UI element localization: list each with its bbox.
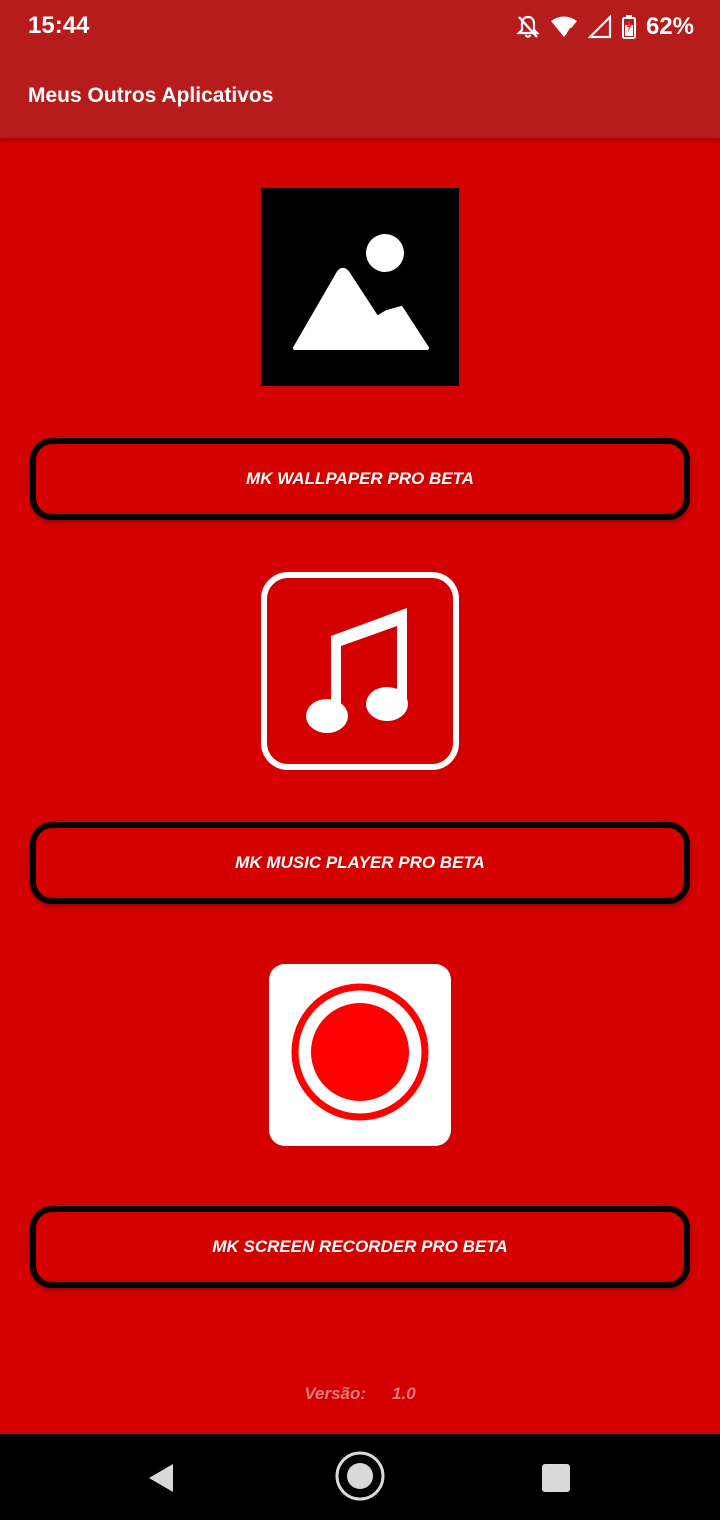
back-icon[interactable] bbox=[146, 1462, 176, 1494]
music-note-icon[interactable] bbox=[261, 572, 459, 770]
notifications-off-icon bbox=[516, 15, 540, 38]
app-button-screen-recorder[interactable]: MK SCREEN RECORDER PRO BETA bbox=[30, 1206, 690, 1288]
svg-text:4: 4 bbox=[567, 27, 573, 38]
image-placeholder-icon[interactable] bbox=[261, 188, 459, 386]
status-time: 15:44 bbox=[28, 12, 90, 39]
recents-icon[interactable] bbox=[541, 1463, 571, 1493]
status-bar: 15:44 4 62% bbox=[0, 0, 720, 56]
home-icon[interactable] bbox=[334, 1450, 386, 1502]
wifi-icon: 4 bbox=[550, 16, 577, 38]
app-button-music-player[interactable]: MK MUSIC PLAYER PRO BETA bbox=[30, 822, 690, 904]
navigation-bar bbox=[0, 1434, 720, 1520]
record-icon[interactable] bbox=[269, 964, 451, 1146]
version-info: Versão: 1.0 bbox=[0, 1384, 720, 1404]
battery-charging-icon bbox=[621, 15, 636, 39]
app-button-wallpaper[interactable]: MK WALLPAPER PRO BETA bbox=[30, 438, 690, 520]
battery-percentage: 62% bbox=[645, 13, 694, 40]
version-label: Versão: bbox=[304, 1384, 367, 1403]
status-icons: 4 62% bbox=[516, 12, 694, 42]
app-bar: Meus Outros Aplicativos bbox=[0, 56, 720, 138]
signal-icon bbox=[587, 15, 612, 39]
page-title: Meus Outros Aplicativos bbox=[28, 84, 274, 107]
version-number: 1.0 bbox=[392, 1384, 416, 1403]
